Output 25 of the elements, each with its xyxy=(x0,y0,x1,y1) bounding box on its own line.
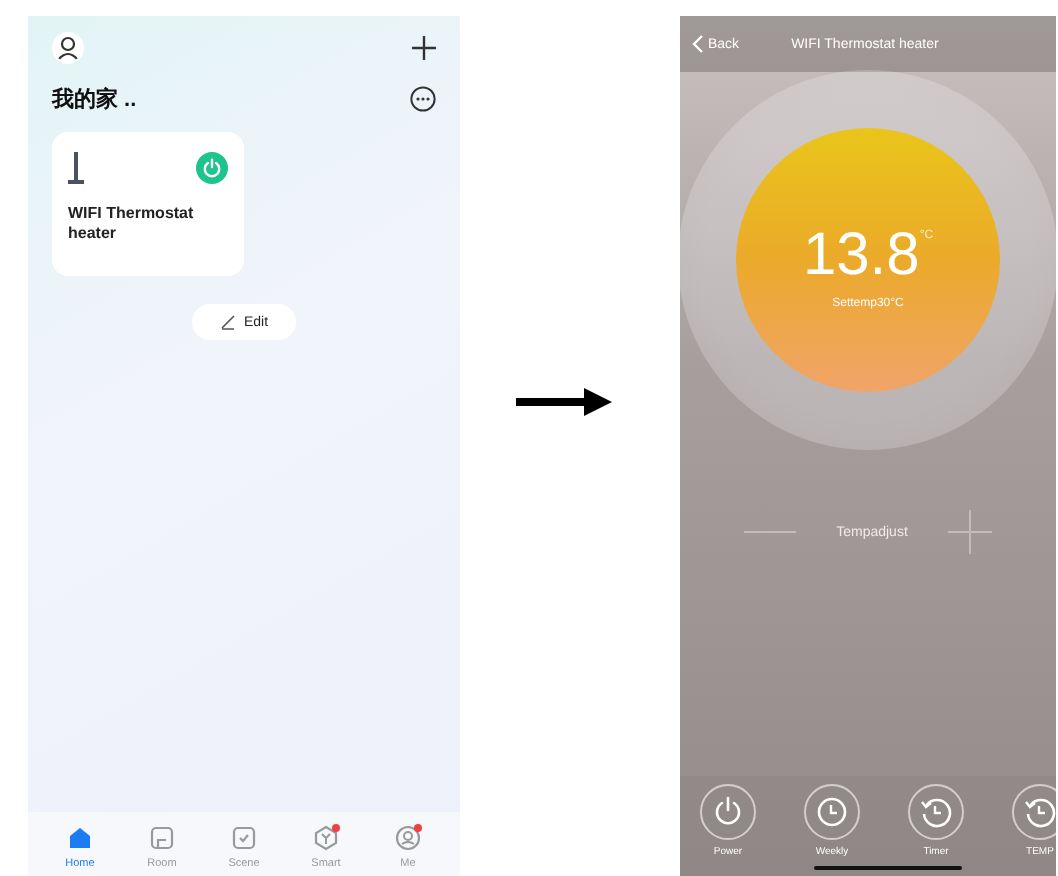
timer-icon xyxy=(1024,796,1056,828)
control-button[interactable] xyxy=(908,784,964,840)
timer-icon xyxy=(920,796,952,828)
profile-icon xyxy=(394,824,422,852)
pencil-icon xyxy=(219,314,236,330)
device-card[interactable]: WIFI Thermostat heater xyxy=(52,132,244,276)
profile-icon[interactable] xyxy=(52,32,84,64)
home-title[interactable]: 我的家 .. xyxy=(52,84,137,114)
power-icon xyxy=(712,796,744,828)
back-chevron-icon xyxy=(692,34,704,54)
control-button[interactable] xyxy=(1012,784,1058,840)
heater-icon xyxy=(68,152,84,184)
control-button[interactable] xyxy=(700,784,756,840)
room-icon xyxy=(148,824,176,852)
right-arrow-icon xyxy=(516,388,612,416)
checkbox-icon xyxy=(230,824,258,852)
more-icon[interactable] xyxy=(410,86,436,112)
hexagon-icon xyxy=(312,824,340,852)
current-temperature: 13.8 xyxy=(802,226,920,286)
clock-icon xyxy=(816,796,848,828)
device-name: WIFI Thermostat heater xyxy=(68,204,196,243)
add-icon[interactable] xyxy=(412,36,436,60)
control-button[interactable] xyxy=(804,784,860,840)
house-icon xyxy=(66,824,94,852)
power-button[interactable] xyxy=(196,152,228,184)
